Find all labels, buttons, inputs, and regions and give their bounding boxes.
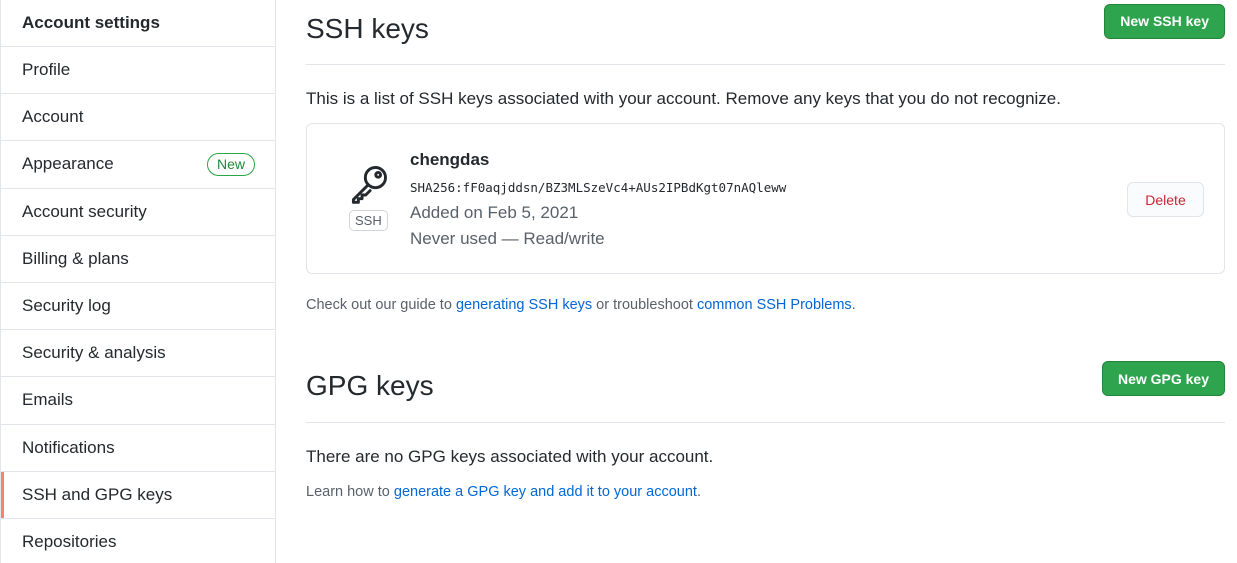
ssh-key-usage: Never used — Read/write bbox=[410, 229, 605, 248]
sidebar-item-ssh-gpg-keys[interactable]: SSH and GPG keys bbox=[1, 471, 275, 519]
ssh-key-added-date: Added on Feb 5, 2021 bbox=[410, 203, 579, 222]
sidebar-item-label: Account security bbox=[22, 201, 147, 221]
ssh-guide-note: Check out our guide to generating SSH ke… bbox=[306, 297, 1225, 313]
gpg-section-header: GPG keys New GPG key bbox=[306, 357, 1225, 423]
sidebar-item-label: Repositories bbox=[22, 531, 117, 551]
learn-text: Learn how to bbox=[306, 484, 394, 500]
sidebar-item-label: Security log bbox=[22, 296, 111, 316]
gpg-section-title: GPG keys bbox=[306, 369, 434, 401]
main-content: SSH keys New SSH key This is a list of S… bbox=[306, 0, 1225, 500]
delete-ssh-key-button[interactable]: Delete bbox=[1127, 182, 1204, 217]
sidebar-item-account[interactable]: Account bbox=[1, 94, 275, 142]
ssh-key-title: chengdas bbox=[410, 150, 490, 169]
sidebar-item-label: Profile bbox=[22, 60, 71, 80]
ssh-type-label: SSH bbox=[349, 210, 388, 231]
sidebar-item-profile[interactable]: Profile bbox=[1, 47, 275, 95]
ssh-key-card: SSH chengdas SHA256:fF0aqjddsn/BZ3MLSzeV… bbox=[306, 123, 1225, 274]
new-badge: New bbox=[206, 152, 255, 176]
sidebar-item-repositories[interactable]: Repositories bbox=[1, 519, 275, 563]
sidebar-item-billing[interactable]: Billing & plans bbox=[1, 236, 275, 283]
learn-text: . bbox=[696, 484, 701, 500]
sidebar-header: Account settings bbox=[1, 0, 275, 47]
sidebar-item-label: Security & analysis bbox=[22, 343, 166, 363]
ssh-key-fingerprint: SHA256:fF0aqjddsn/BZ3MLSzeVc4+AUs2IPBdKg… bbox=[410, 180, 787, 195]
new-gpg-key-button[interactable]: New GPG key bbox=[1101, 361, 1225, 396]
sidebar-item-account-security[interactable]: Account security bbox=[1, 189, 275, 236]
ssh-description: This is a list of SSH keys associated wi… bbox=[306, 89, 1061, 108]
sidebar-item-appearance[interactable]: Appearance New bbox=[1, 141, 275, 189]
settings-sidebar: Account settings Profile Account Appeara… bbox=[0, 0, 276, 563]
sidebar-item-security-analysis[interactable]: Security & analysis bbox=[1, 330, 275, 378]
ssh-section-title: SSH keys bbox=[306, 13, 429, 44]
guide-text: Check out our guide to bbox=[306, 297, 456, 313]
sidebar-item-security-log[interactable]: Security log bbox=[1, 283, 275, 331]
common-ssh-problems-link[interactable]: common SSH Problems bbox=[697, 297, 852, 313]
key-icon bbox=[347, 162, 391, 211]
sidebar-item-label: SSH and GPG keys bbox=[22, 484, 173, 504]
ssh-section-header: SSH keys New SSH key bbox=[306, 0, 1225, 65]
new-ssh-key-button[interactable]: New SSH key bbox=[1104, 3, 1225, 39]
gpg-empty-message: There are no GPG keys associated with yo… bbox=[306, 447, 714, 466]
sidebar-item-label: Notifications bbox=[22, 437, 115, 457]
generating-ssh-keys-link[interactable]: generating SSH keys bbox=[456, 297, 592, 313]
guide-text: . bbox=[851, 297, 856, 313]
guide-text: or troubleshoot bbox=[592, 297, 697, 313]
sidebar-item-label: Appearance bbox=[22, 154, 114, 174]
gpg-learn-note: Learn how to generate a GPG key and add … bbox=[306, 484, 1225, 500]
sidebar-item-label: Emails bbox=[22, 390, 74, 410]
sidebar-item-label: Account bbox=[22, 107, 84, 127]
sidebar-item-label: Billing & plans bbox=[22, 248, 129, 268]
generate-gpg-key-link[interactable]: generate a GPG key and add it to your ac… bbox=[394, 484, 697, 500]
sidebar-item-notifications[interactable]: Notifications bbox=[1, 425, 275, 472]
sidebar-item-emails[interactable]: Emails bbox=[1, 377, 275, 425]
